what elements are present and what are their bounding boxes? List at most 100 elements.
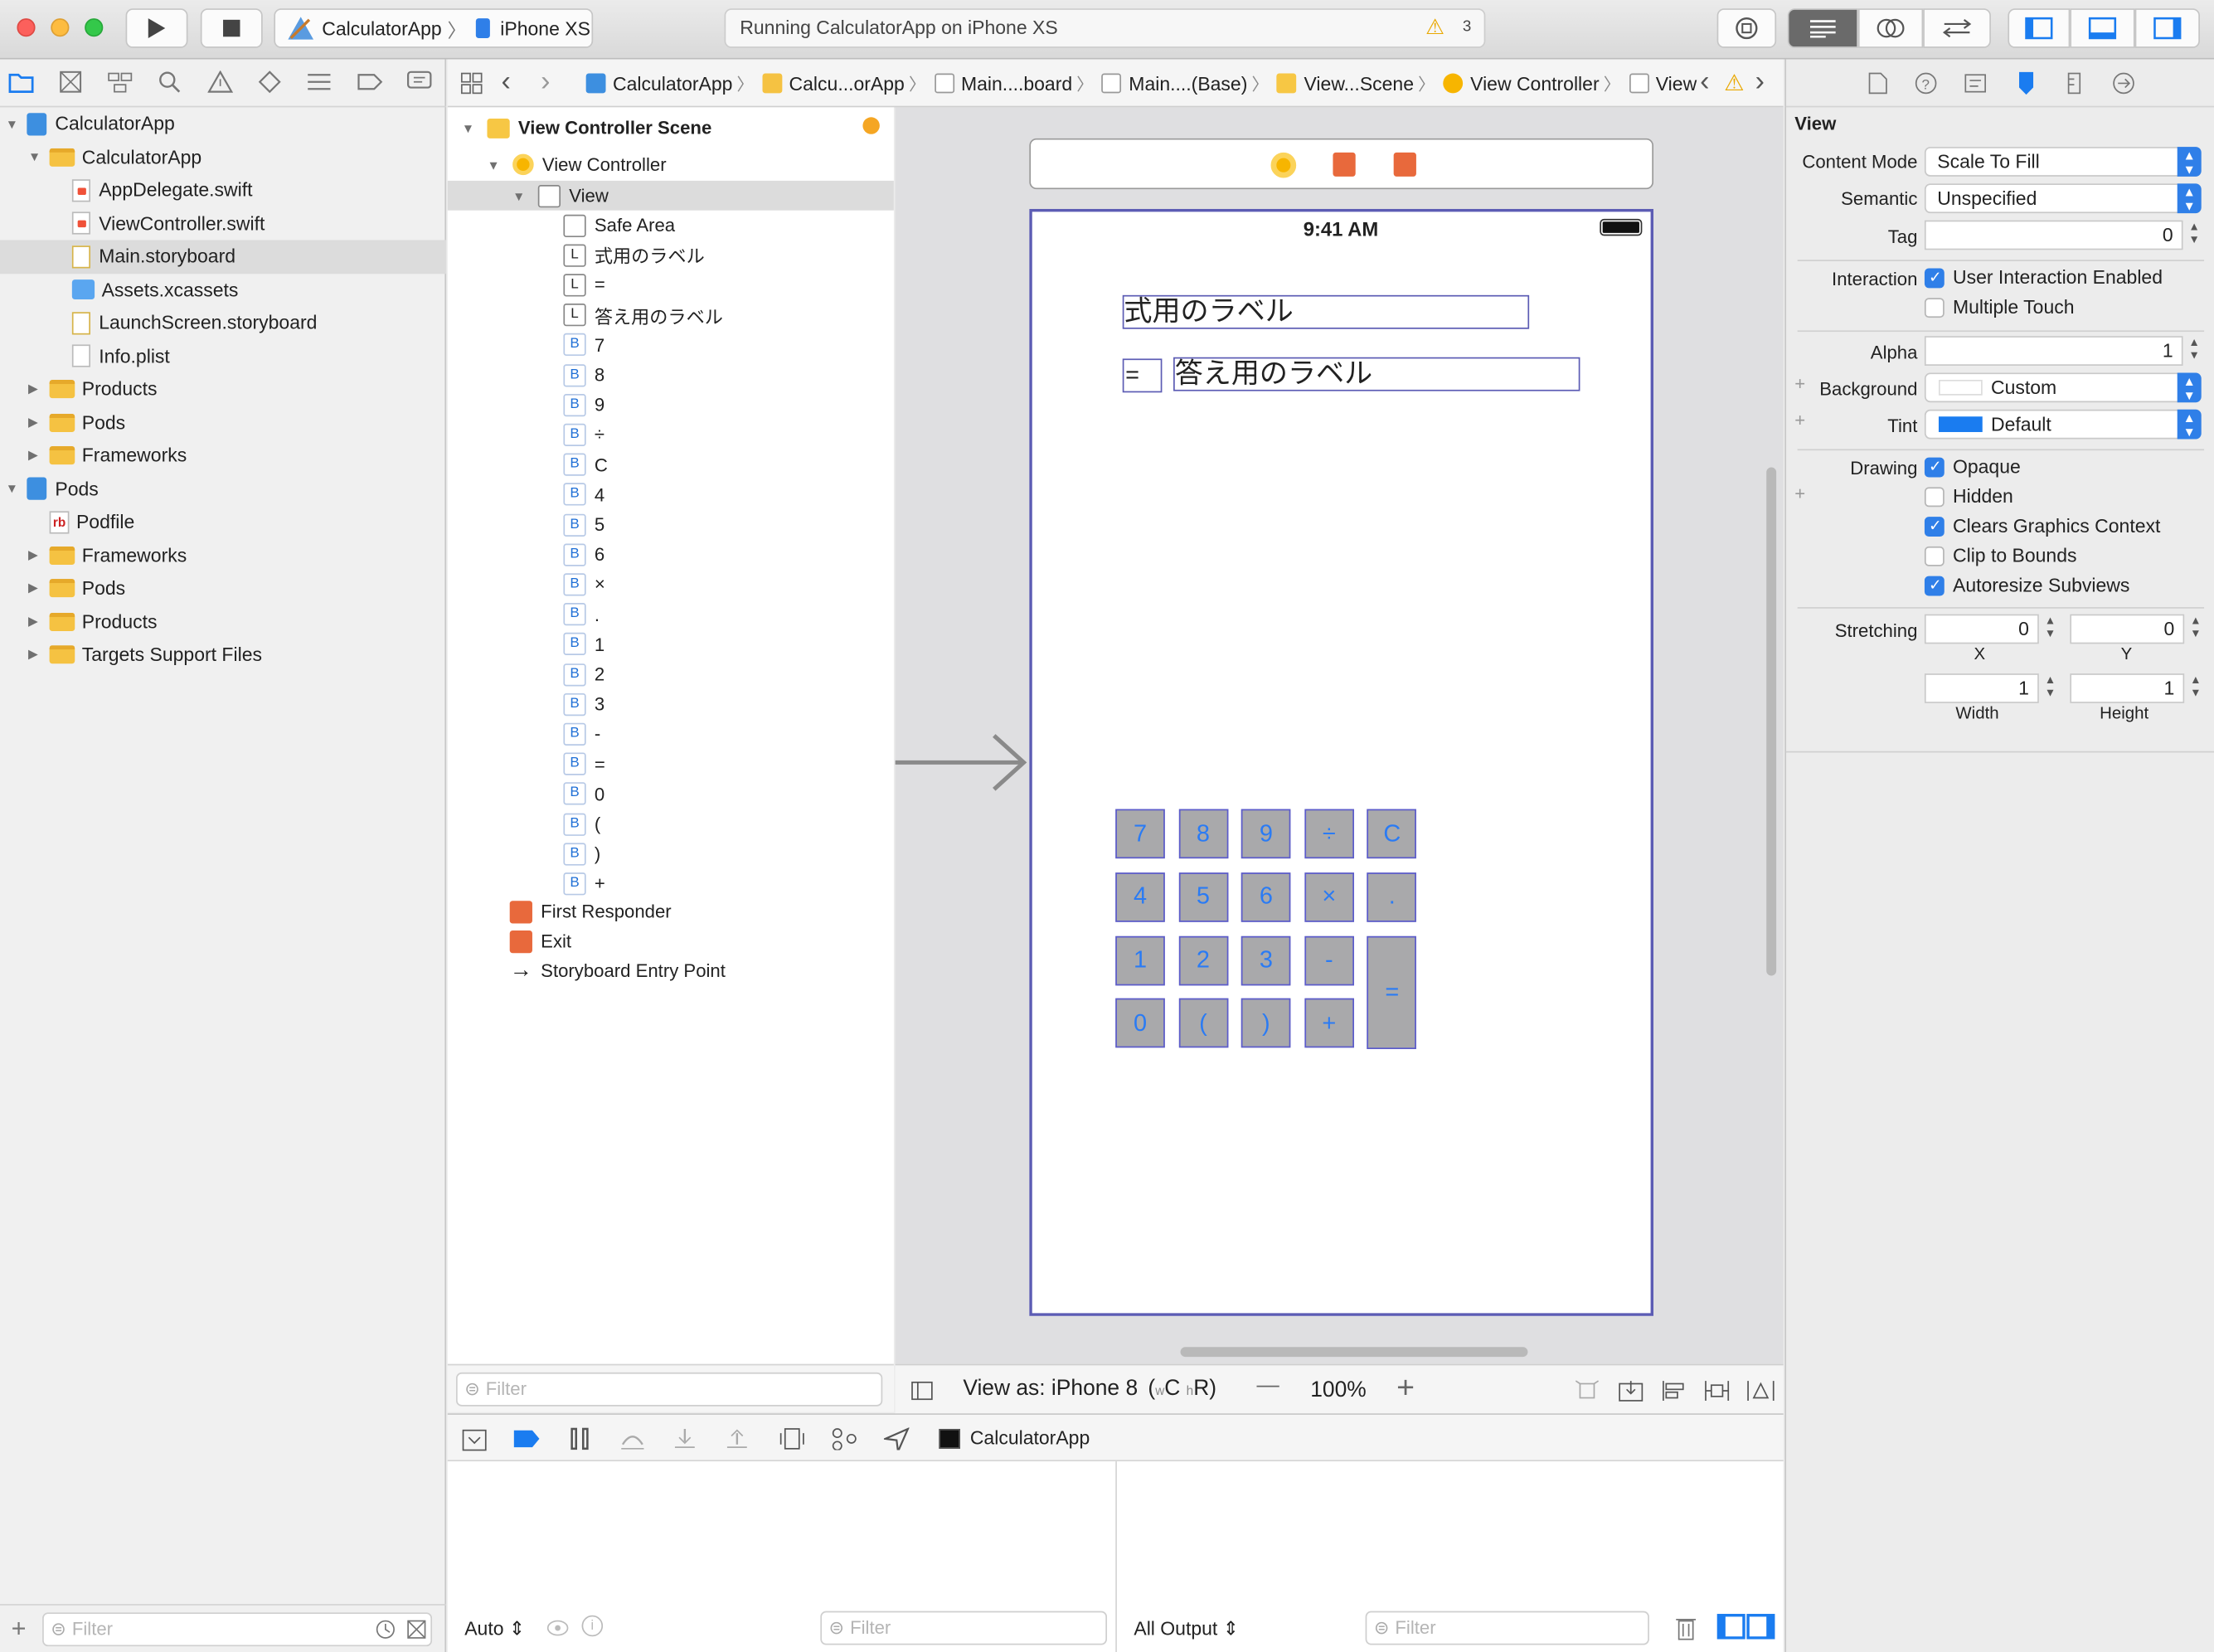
calculator-key[interactable]: 3 <box>1241 935 1291 985</box>
quick-help-icon[interactable]: ? <box>1915 72 1937 95</box>
calculator-key[interactable]: 4 <box>1115 872 1165 922</box>
outline-item[interactable]: Safe Area <box>448 211 894 241</box>
forward-arrow-icon[interactable]: › <box>541 66 550 99</box>
file-tree-item[interactable]: rb Podfile <box>0 506 446 539</box>
split-console-icon[interactable] <box>1716 1614 1777 1640</box>
outline-entry-point[interactable]: → Storyboard Entry Point <box>448 956 894 986</box>
zoom-in-button[interactable]: + <box>1396 1369 1415 1406</box>
breadcrumb-item[interactable]: CalculatorApp <box>613 73 732 95</box>
attributes-inspector-icon[interactable] <box>2013 70 2039 96</box>
outline-item[interactable]: B0 <box>448 779 894 809</box>
step-into-icon[interactable] <box>673 1427 696 1450</box>
outline-view-controller[interactable]: ▼ View Controller <box>448 149 894 179</box>
source-control-navigator-icon[interactable] <box>60 70 82 93</box>
opaque-checkbox[interactable] <box>1924 457 1945 478</box>
report-navigator-icon[interactable] <box>406 70 432 93</box>
update-frames-icon[interactable] <box>1575 1379 1600 1402</box>
outline-item[interactable]: BC <box>448 449 894 479</box>
file-tree-item[interactable]: ▼ CalculatorApp <box>0 140 446 173</box>
zoom-level[interactable]: 100% <box>1310 1378 1367 1404</box>
equals-label[interactable]: = <box>1122 358 1163 393</box>
outline-item[interactable]: L = <box>448 270 894 300</box>
calculator-key[interactable]: 2 <box>1178 935 1228 985</box>
warning-icon[interactable]: ⚠ <box>1425 14 1444 40</box>
simulate-location-icon[interactable] <box>883 1427 910 1450</box>
back-arrow-icon[interactable]: ‹ <box>501 66 510 99</box>
source-control-filter-icon[interactable] <box>406 1620 426 1640</box>
library-button[interactable] <box>1716 8 1777 48</box>
stretch-y-stepper[interactable]: ▲ ▼ <box>2188 615 2202 644</box>
breadcrumb-item[interactable]: Main....board <box>961 73 1072 95</box>
add-file-button[interactable]: + <box>12 1614 27 1644</box>
breakpoint-navigator-icon[interactable] <box>357 72 383 92</box>
calculator-key[interactable]: 7 <box>1115 809 1165 859</box>
hide-debug-area-icon[interactable] <box>462 1429 488 1451</box>
calculator-key[interactable]: ( <box>1178 998 1228 1048</box>
breadcrumb-item[interactable]: View...Scene <box>1304 73 1415 95</box>
console-filter-input[interactable]: Filter <box>1365 1611 1649 1645</box>
outline-first-responder[interactable]: First Responder <box>448 896 894 926</box>
pause-icon[interactable] <box>569 1427 591 1450</box>
tag-field[interactable]: 0 <box>1924 220 2183 250</box>
disclosure-triangle-icon[interactable]: ▼ <box>6 117 20 131</box>
stretch-y-field[interactable]: 0 <box>2070 614 2185 644</box>
calculator-key[interactable]: . <box>1367 872 1417 922</box>
file-tree-item[interactable]: ▶ Products <box>0 372 446 406</box>
symbol-navigator-icon[interactable] <box>107 70 133 93</box>
stretch-height-field[interactable]: 1 <box>2070 673 2185 703</box>
breakpoints-toggle-icon[interactable] <box>512 1429 541 1449</box>
breadcrumb-item[interactable]: View Controller <box>1470 73 1599 95</box>
autoresize-checkbox[interactable] <box>1924 576 1945 596</box>
project-navigator-icon[interactable] <box>8 70 34 94</box>
outline-item[interactable]: L 答え用のラベル <box>448 300 894 330</box>
vertical-scrollbar[interactable] <box>1766 467 1777 976</box>
outline-item[interactable]: B. <box>448 600 894 629</box>
variables-scope-select[interactable]: Auto ⇕ <box>464 1618 525 1640</box>
file-tree-item[interactable]: ▶ Pods <box>0 406 446 439</box>
toggle-outline-icon[interactable] <box>910 1381 933 1401</box>
align-icon[interactable] <box>1661 1379 1687 1402</box>
outline-item[interactable]: B) <box>448 839 894 869</box>
multiple-touch-checkbox[interactable] <box>1924 298 1945 318</box>
file-tree-item[interactable]: Info.plist <box>0 339 446 372</box>
breadcrumb-item[interactable]: Main....(Base) <box>1129 73 1247 95</box>
zoom-window-button[interactable] <box>85 18 104 37</box>
file-tree-item[interactable]: LaunchScreen.storyboard <box>0 306 446 339</box>
run-button[interactable] <box>125 8 188 48</box>
calculator-key[interactable]: 0 <box>1115 998 1165 1048</box>
disclosure-triangle-icon[interactable]: ▶ <box>28 448 42 464</box>
interface-builder-canvas[interactable]: 9:41 AM 式用のラベル = 答え用のラベル 7 8 9 ÷ C 4 5 6 ×. 1 2 3- =… <box>895 107 1784 1370</box>
close-window-button[interactable] <box>17 18 36 37</box>
disclosure-triangle-icon[interactable]: ▶ <box>28 581 42 596</box>
outline-item[interactable]: B1 <box>448 629 894 659</box>
toggle-navigator-button[interactable] <box>2008 8 2071 48</box>
stretch-height-stepper[interactable]: ▲ ▼ <box>2188 673 2202 703</box>
related-items-icon[interactable] <box>460 72 483 95</box>
outline-item[interactable]: B3 <box>448 689 894 719</box>
outline-item[interactable]: B6 <box>448 540 894 570</box>
disclosure-triangle-icon[interactable]: ▼ <box>487 158 501 172</box>
outline-view[interactable]: ▼ View <box>447 180 894 211</box>
debug-navigator-icon[interactable] <box>307 72 333 92</box>
memory-graph-icon[interactable] <box>832 1427 857 1450</box>
alpha-stepper[interactable]: ▲ ▼ <box>2187 336 2202 366</box>
view-controller-dock-icon[interactable] <box>1270 152 1297 178</box>
outline-item[interactable]: B ÷ <box>448 420 894 449</box>
scheme-selector[interactable]: CalculatorApp 〉 iPhone XS <box>274 8 594 48</box>
resolve-issues-icon[interactable] <box>1746 1379 1775 1402</box>
standard-editor-button[interactable] <box>1787 8 1858 48</box>
stop-button[interactable] <box>200 8 263 48</box>
minimize-window-button[interactable] <box>51 18 70 37</box>
size-inspector-icon[interactable] <box>2067 72 2081 95</box>
calculator-key[interactable]: - <box>1304 935 1354 985</box>
console-output-select[interactable]: All Output ⇕ <box>1134 1618 1239 1640</box>
disclosure-triangle-icon[interactable]: ▼ <box>6 482 20 496</box>
outline-item[interactable]: B × <box>448 570 894 600</box>
calculator-key[interactable]: 1 <box>1115 935 1165 985</box>
connections-inspector-icon[interactable] <box>2112 72 2134 95</box>
outline-item[interactable]: B + <box>448 869 894 899</box>
outline-item[interactable]: L 式用のラベル <box>448 241 894 270</box>
toggle-debug-area-button[interactable] <box>2070 8 2135 48</box>
trash-icon[interactable] <box>1675 1616 1697 1641</box>
outline-item[interactable]: B( <box>448 809 894 839</box>
